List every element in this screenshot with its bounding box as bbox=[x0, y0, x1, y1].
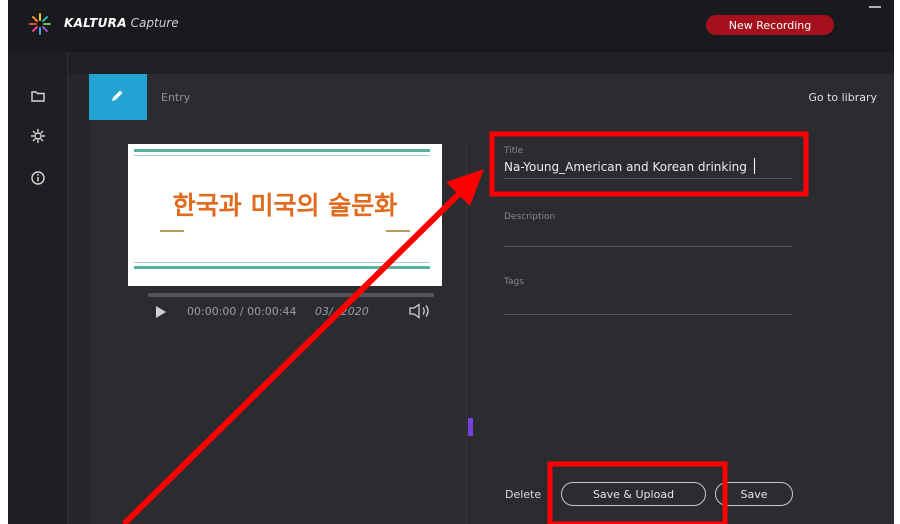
panel-divider bbox=[466, 140, 467, 524]
kaltura-capture-window: KALTURA Capture New Recording Entry Go t… bbox=[8, 0, 894, 524]
brand-product: Capture bbox=[130, 16, 179, 30]
text-caret bbox=[754, 158, 755, 174]
video-thumbnail[interactable]: 한국과 미국의 술문화 bbox=[128, 144, 442, 286]
description-label: Description bbox=[504, 212, 556, 222]
gear-icon[interactable] bbox=[30, 128, 46, 144]
save-and-upload-button[interactable]: Save & Upload bbox=[561, 482, 706, 506]
entry-label: Entry bbox=[161, 91, 191, 104]
slide-rule bbox=[134, 266, 430, 269]
new-recording-button[interactable]: New Recording bbox=[706, 15, 834, 35]
title-input[interactable] bbox=[504, 160, 792, 179]
delete-button[interactable]: Delete bbox=[505, 488, 541, 501]
slide-dash bbox=[386, 230, 410, 232]
go-to-library-link[interactable]: Go to library bbox=[808, 91, 877, 104]
app-brand: KALTURA Capture bbox=[64, 16, 179, 30]
slide-title: 한국과 미국의 술문화 bbox=[172, 191, 398, 220]
info-icon[interactable] bbox=[30, 170, 46, 186]
entry-tab[interactable] bbox=[89, 74, 147, 120]
title-label: Title bbox=[504, 146, 524, 156]
slide-rule bbox=[134, 149, 430, 152]
tags-input[interactable] bbox=[504, 296, 792, 315]
tags-label: Tags bbox=[504, 277, 524, 287]
kaltura-logo-icon bbox=[29, 13, 51, 35]
play-icon[interactable] bbox=[154, 305, 168, 319]
slide-dash bbox=[160, 230, 184, 232]
sidebar bbox=[8, 52, 68, 524]
scrollbar-thumb[interactable] bbox=[468, 418, 473, 436]
volume-icon[interactable] bbox=[408, 303, 436, 319]
playback-progress-bar[interactable] bbox=[148, 293, 434, 297]
description-input[interactable] bbox=[504, 228, 792, 247]
slide-rule bbox=[134, 262, 430, 263]
pencil-icon bbox=[112, 90, 123, 101]
playback-time: 00:00:00 / 00:00:44 bbox=[187, 305, 297, 318]
save-button[interactable]: Save bbox=[715, 482, 793, 506]
entry-date: 03/ /2020 bbox=[315, 305, 369, 318]
folder-icon[interactable] bbox=[30, 88, 46, 104]
minimize-icon[interactable] bbox=[869, 6, 881, 8]
slide-rule bbox=[134, 155, 430, 156]
sub-header-bar bbox=[8, 52, 894, 74]
brand-name: KALTURA bbox=[64, 16, 127, 30]
title-bar: KALTURA Capture New Recording bbox=[8, 0, 894, 52]
